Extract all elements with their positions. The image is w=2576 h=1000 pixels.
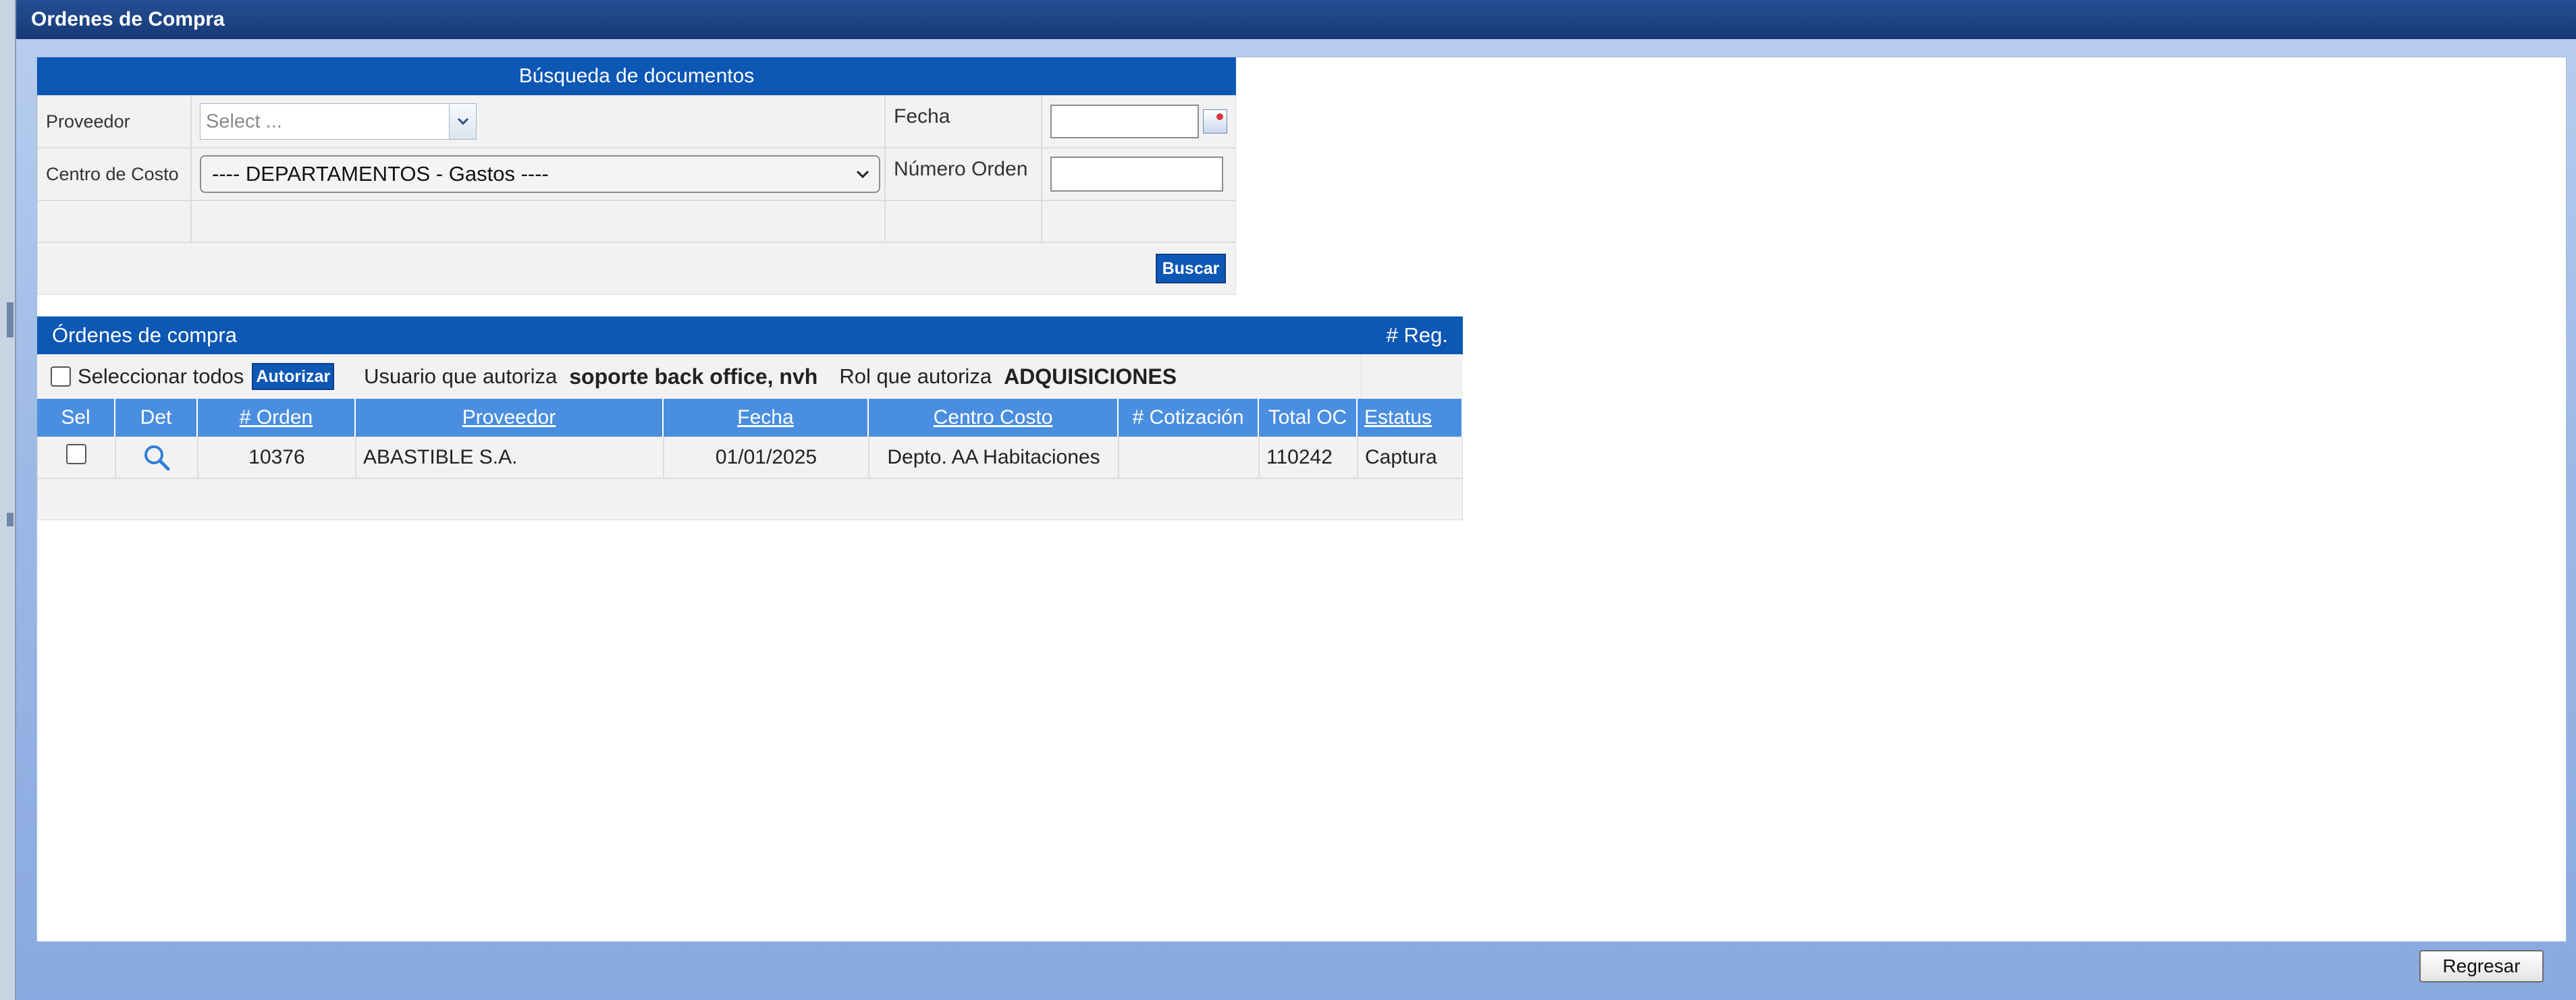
row-select-checkbox[interactable] (66, 444, 86, 464)
chevron-down-icon[interactable] (449, 104, 476, 139)
table-header: Sel Det # Orden Proveedor Fecha Centro C… (37, 399, 1463, 437)
empty-cell (885, 200, 1042, 242)
proveedor-combobox-text[interactable]: Select ... (200, 104, 449, 139)
col-estatus[interactable]: Estatus (1358, 399, 1463, 437)
toolbar-left: Seleccionar todos Autorizar Usuario que … (37, 354, 1362, 399)
row-estatus: Captura (1358, 437, 1463, 478)
search-footer: Buscar (37, 242, 1236, 295)
search-grid: Proveedor Select ... Fecha Centro de Cos… (37, 95, 1236, 242)
select-all-checkbox[interactable] (51, 366, 71, 387)
empty-cell (37, 200, 191, 242)
toolbar-right (1362, 354, 1463, 399)
centro-costo-label: Centro de Costo (37, 148, 191, 200)
left-frame-strip (0, 0, 16, 1000)
col-det: Det (115, 399, 198, 437)
main-panel: Búsqueda de documentos Proveedor Select … (36, 57, 2567, 942)
centro-costo-cell: ---- DEPARTAMENTOS - Gastos ---- (191, 148, 885, 200)
fecha-input[interactable] (1050, 105, 1199, 138)
numero-orden-cell (1042, 148, 1236, 200)
empty-cell (1042, 200, 1236, 242)
magnifier-icon[interactable] (142, 443, 171, 472)
numero-orden-input[interactable] (1050, 157, 1223, 192)
fecha-cell (1042, 95, 1236, 148)
select-all-label[interactable]: Seleccionar todos (78, 364, 244, 389)
centro-costo-selected[interactable]: ---- DEPARTAMENTOS - Gastos ---- (212, 162, 549, 186)
row-centro-costo: Depto. AA Habitaciones (869, 437, 1119, 478)
results-header: Órdenes de compra # Reg. (37, 316, 1463, 354)
rol-value: ADQUISICIONES (1004, 364, 1177, 389)
search-title: Búsqueda de documentos (37, 57, 1236, 95)
autorizar-button[interactable]: Autorizar (252, 363, 335, 390)
numero-orden-label: Número Orden (885, 148, 1042, 200)
col-sel: Sel (37, 399, 115, 437)
row-cotizacion (1119, 437, 1259, 478)
col-fecha[interactable]: Fecha (664, 399, 869, 437)
empty-cell (191, 200, 885, 242)
frame-marker (7, 513, 14, 526)
proveedor-label: Proveedor (37, 95, 191, 148)
col-orden[interactable]: # Orden (198, 399, 356, 437)
buscar-button[interactable]: Buscar (1156, 254, 1226, 283)
results-table: Órdenes de compra # Reg. Seleccionar tod… (37, 316, 1463, 520)
row-total-oc: 110242 (1259, 437, 1358, 478)
reg-count-label: # Reg. (1386, 323, 1448, 347)
results-title: Órdenes de compra (52, 323, 237, 347)
row-select-cell (37, 437, 115, 478)
regresar-button[interactable]: Regresar (2419, 950, 2544, 982)
proveedor-cell: Select ... (191, 95, 885, 148)
col-proveedor[interactable]: Proveedor (356, 399, 664, 437)
col-centro-costo[interactable]: Centro Costo (869, 399, 1119, 437)
usuario-value: soporte back office, nvh (569, 364, 818, 389)
window-title: Ordenes de Compra (16, 0, 2576, 39)
proveedor-combobox[interactable]: Select ... (200, 103, 477, 140)
results-toolbar: Seleccionar todos Autorizar Usuario que … (37, 354, 1463, 399)
row-orden: 10376 (198, 437, 356, 478)
usuario-caption: Usuario que autoriza (364, 364, 558, 388)
calendar-icon[interactable] (1203, 109, 1227, 134)
frame-marker (7, 302, 14, 337)
results-footer (37, 478, 1463, 520)
chevron-down-icon[interactable] (855, 169, 871, 179)
centro-costo-select[interactable]: ---- DEPARTAMENTOS - Gastos ---- (200, 155, 880, 193)
fecha-label: Fecha (885, 95, 1042, 148)
row-fecha: 01/01/2025 (664, 437, 869, 478)
row-detail-cell (115, 437, 198, 478)
search-form: Búsqueda de documentos Proveedor Select … (37, 57, 1236, 295)
col-total-oc: Total OC (1259, 399, 1358, 437)
rol-caption: Rol que autoriza (839, 364, 992, 388)
col-cotizacion: # Cotización (1119, 399, 1259, 437)
table-row: 10376 ABASTIBLE S.A. 01/01/2025 Depto. A… (37, 437, 1463, 478)
row-proveedor: ABASTIBLE S.A. (356, 437, 664, 478)
